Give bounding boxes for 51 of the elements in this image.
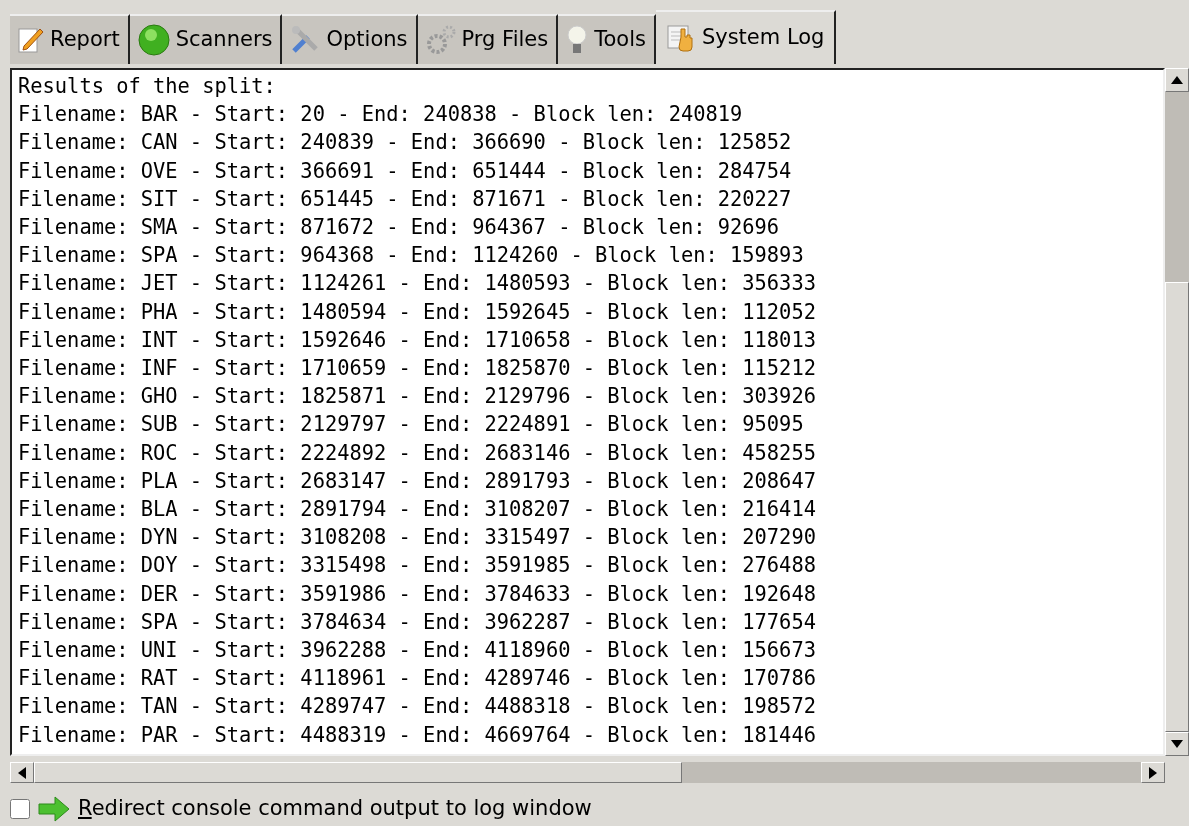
up-arrow-icon	[1171, 76, 1183, 84]
log-line: Filename: GHO - Start: 1825871 - End: 2129796 - Block len: 303926	[18, 383, 817, 411]
log-line: Filename: ROC - Start: 2224892 - End: 2683146 - Block len: 458255	[18, 439, 817, 467]
vertical-scrollbar[interactable]	[1165, 68, 1189, 756]
horizontal-scrollbar[interactable]	[10, 762, 1165, 783]
log-line: Filename: INF - Start: 1710659 - End: 1825870 - Block len: 115212	[18, 355, 817, 383]
log-line: Filename: INT - Start: 1592646 - End: 1710658 - Block len: 118013	[18, 326, 817, 354]
down-arrow-icon	[1171, 740, 1183, 748]
tab[interactable]: Prg Files	[417, 14, 559, 64]
log-line: Filename: SUB - Start: 2129797 - End: 2224891 - Block len: 95095	[18, 411, 805, 439]
log-line: Filename: SMA - Start: 871672 - End: 964367 - Block len: 92696	[18, 214, 781, 241]
document-pencil-icon	[18, 26, 44, 54]
log-line: Filename: TAN - Start: 4289747 - End: 4488318 - Block len: 198572	[18, 693, 817, 721]
log-line: Filename: BLA - Start: 2891794 - End: 3108207 - Block len: 216414	[18, 496, 817, 524]
log-line: Filename: UNI - Start: 3962288 - End: 4118960 - Block len: 156673	[18, 637, 817, 665]
horizontal-scroll-thumb[interactable]	[34, 762, 682, 783]
log-line: Filename: SPA - Start: 964368 - End: 1124260 - Block len: 159893	[18, 242, 805, 270]
document-hand-icon	[665, 23, 696, 53]
log-line: Filename: DYN - Start: 3108208 - End: 3315497 - Block len: 207290	[18, 524, 817, 552]
status-light-icon	[137, 24, 170, 56]
scroll-right-button[interactable]	[1141, 762, 1165, 783]
log-line: Filename: PHA - Start: 1480594 - End: 1592645 - Block len: 112052	[18, 298, 817, 326]
log-text-area[interactable]	[10, 68, 1165, 756]
log-line: Filename: OVE - Start: 366691 - End: 651444 - Block len: 284754	[18, 157, 793, 185]
log-line: Filename: PLA - Start: 2683147 - End: 2891793 - Block len: 208647	[18, 467, 817, 495]
scroll-left-button[interactable]	[10, 762, 34, 783]
tab[interactable]: Report	[10, 14, 130, 64]
log-line: Filename: CAN - Start: 240839 - End: 366690 - Block len: 125852	[18, 129, 793, 157]
tab[interactable]: Tools	[558, 14, 656, 64]
log-line: Results of the split:	[18, 73, 277, 100]
scroll-up-button[interactable]	[1165, 68, 1189, 92]
scroll-down-button[interactable]	[1165, 732, 1189, 756]
gears-icon	[425, 25, 456, 55]
checkbox[interactable]	[10, 798, 30, 819]
log-line: Filename: DER - Start: 3591986 - End: 3784633 - Block len: 192648	[18, 580, 817, 608]
log-line: Filename: RAT - Start: 4118961 - End: 4289746 - Block len: 170786	[18, 665, 817, 693]
right-arrow-icon	[38, 795, 70, 822]
scroll-thumb[interactable]	[1165, 282, 1189, 732]
tab[interactable]: Options	[282, 14, 418, 64]
tab[interactable]: System Log	[655, 10, 837, 64]
light-bulb-icon	[566, 24, 589, 56]
left-arrow-icon	[18, 766, 26, 779]
right-arrow-icon	[1149, 766, 1157, 779]
log-line: Filename: SIT - Start: 651445 - End: 871671 - Block len: 220227	[18, 185, 793, 213]
checkbox-label[interactable]: Redirect console command output to log window	[78, 792, 592, 825]
log-line: Filename: JET - Start: 1124261 - End: 1480593 - Block len: 356333	[18, 270, 817, 298]
log-line: Filename: PAR - Start: 4488319 - End: 4669764 - Block len: 181446	[18, 721, 817, 749]
log-line: Filename: BAR - Start: 20 - End: 240838 - Block len: 240819	[18, 101, 744, 129]
tab[interactable]: Scanners	[129, 14, 283, 64]
log-line: Filename: DOY - Start: 3315498 - End: 3591985 - Block len: 276488	[18, 552, 817, 580]
log-line: Filename: SPA - Start: 3784634 - End: 3962287 - Block len: 177654	[18, 608, 817, 636]
